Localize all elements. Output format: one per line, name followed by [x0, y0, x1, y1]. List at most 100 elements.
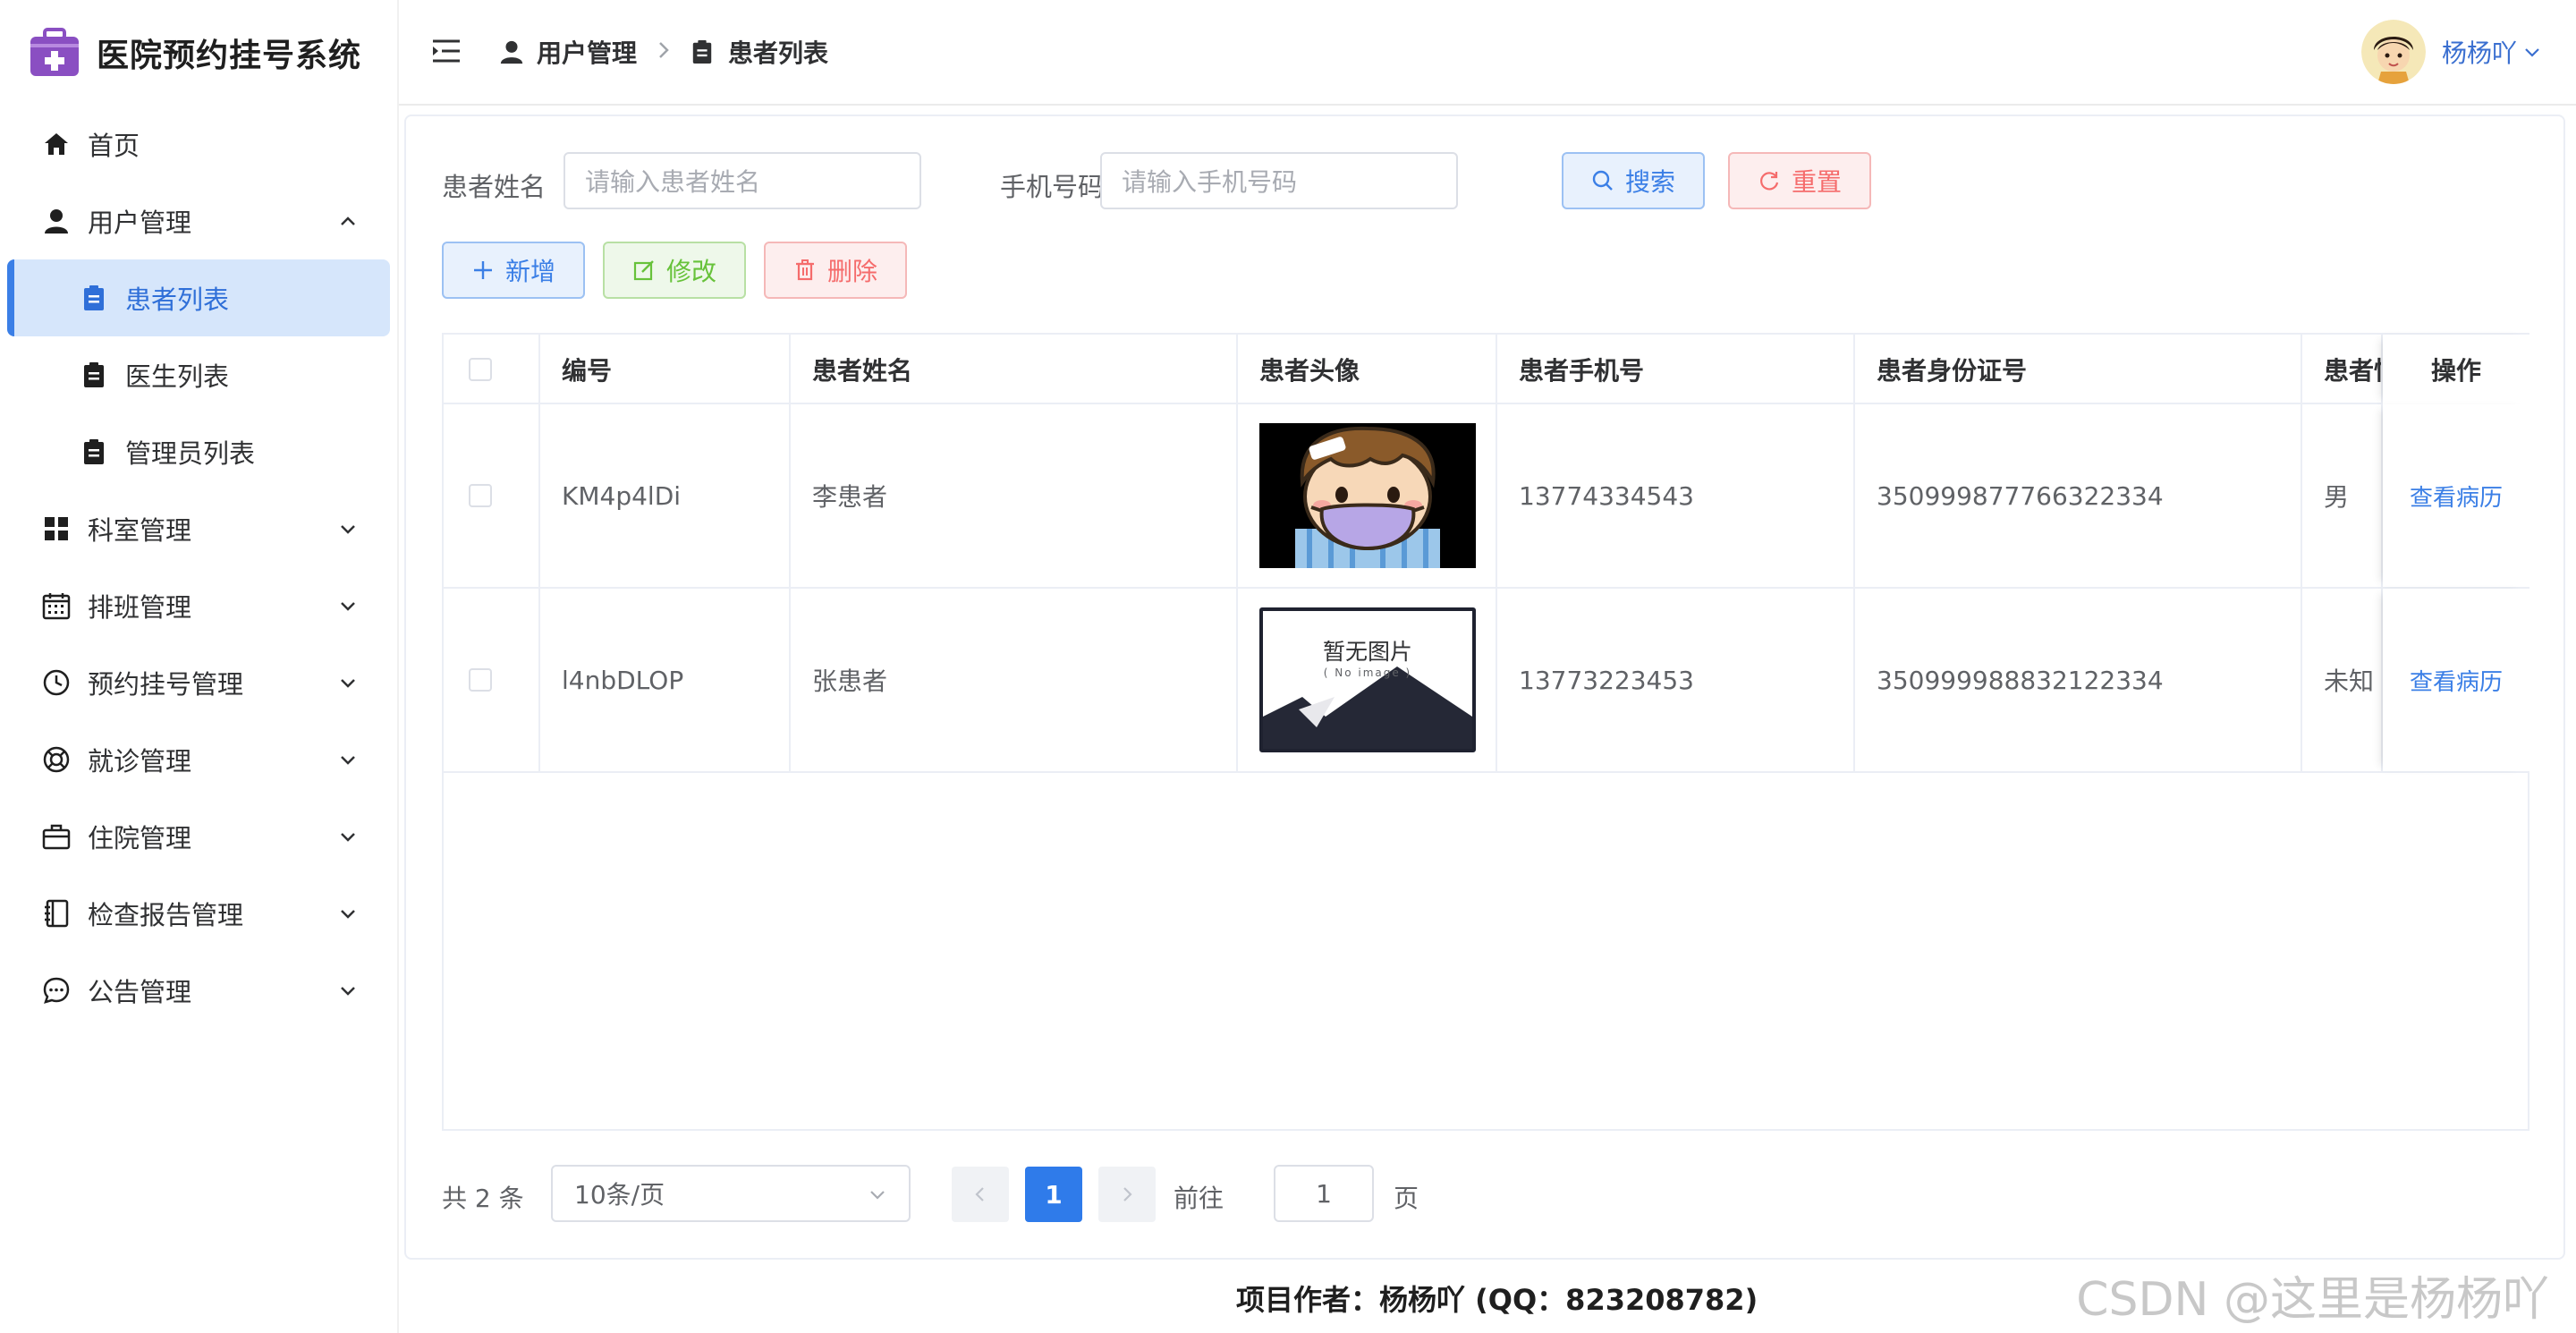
reset-button-label: 重置 — [1791, 167, 1842, 197]
user-icon — [41, 206, 72, 236]
sidebar-item-label: 预约挂号管理 — [88, 669, 244, 700]
user-menu[interactable]: 杨杨吖 — [2360, 16, 2544, 88]
sidebar-item-schedule[interactable]: 排班管理 — [0, 567, 399, 644]
breadcrumb-label: 患者列表 — [728, 38, 829, 68]
top-header: 用户管理 患者列表 杨杨吖 — [399, 0, 2576, 106]
clipboard-icon — [691, 39, 716, 64]
main-card: 患者姓名 请输入患者姓名 手机号码 请输入手机号码 搜索 重置 新增 修改 删除… — [404, 115, 2565, 1260]
search-button-label: 搜索 — [1624, 167, 1675, 197]
row-checkbox[interactable] — [469, 484, 492, 507]
breadcrumb-item-patient-list[interactable]: 患者列表 — [691, 34, 828, 70]
sidebar-item-department[interactable]: 科室管理 — [0, 490, 399, 567]
cell-name: 李患者 — [791, 404, 1238, 587]
row-checkbox-cell — [444, 589, 540, 771]
cell-action: 查看病历 — [2383, 404, 2529, 587]
calendar-icon — [41, 590, 72, 621]
no-image-subtext: ( No image ) — [1323, 666, 1412, 679]
column-header-action: 操作 — [2383, 335, 2529, 404]
refresh-icon — [1758, 169, 1781, 192]
breadcrumb: 用户管理 患者列表 — [499, 34, 828, 70]
sidebar-item-appointment[interactable]: 预约挂号管理 — [0, 644, 399, 721]
column-header-name: 患者姓名 — [791, 335, 1238, 404]
watermark: CSDN @这里是杨杨吖 — [2076, 1273, 2549, 1327]
column-header-gender: 患者性 — [2302, 335, 2383, 404]
column-header-id: 编号 — [540, 335, 791, 404]
table-row: KM4p4lDi 李患者 13774334543 350999877766322… — [444, 404, 2529, 589]
sidebar-item-consultation[interactable]: 就诊管理 — [0, 721, 399, 798]
row-checkbox[interactable] — [469, 668, 492, 692]
home-icon — [41, 129, 72, 159]
table-header: 编号 患者姓名 患者头像 患者手机号 患者身份证号 患者性 操作 — [444, 335, 2529, 404]
cell-idcard: 350999988832122334 — [1855, 589, 2302, 771]
view-record-link[interactable]: 查看病历 — [2410, 664, 2503, 697]
avatar[interactable] — [2360, 20, 2426, 84]
select-all-checkbox[interactable] — [469, 358, 492, 381]
cell-gender: 未知 — [2302, 589, 2383, 771]
sidebar-item-label: 管理员列表 — [125, 438, 256, 469]
add-button-label: 新增 — [504, 257, 555, 286]
clock-icon — [41, 667, 72, 698]
chevron-down-icon — [335, 977, 361, 1004]
page-number-current[interactable]: 1 — [1025, 1167, 1082, 1222]
patient-avatar-image[interactable] — [1259, 423, 1476, 568]
view-record-link[interactable]: 查看病历 — [2410, 480, 2503, 513]
column-header-phone: 患者手机号 — [1497, 335, 1855, 404]
phone-input[interactable]: 请输入手机号码 — [1100, 152, 1458, 209]
clipboard-icon — [79, 437, 109, 467]
sidebar-item-home[interactable]: 首页 — [0, 106, 399, 183]
next-page-button[interactable] — [1098, 1167, 1156, 1222]
add-button[interactable]: 新增 — [442, 242, 585, 299]
chevron-down-icon — [866, 1183, 889, 1206]
sidebar-item-label: 就诊管理 — [88, 746, 192, 777]
sidebar-item-label: 公告管理 — [88, 977, 192, 1007]
cell-action: 查看病历 — [2383, 589, 2529, 771]
sidebar-item-report[interactable]: 检查报告管理 — [0, 875, 399, 952]
breadcrumb-label: 用户管理 — [537, 38, 638, 68]
chevron-down-icon — [2521, 40, 2544, 64]
sidebar-item-notice[interactable]: 公告管理 — [0, 952, 399, 1029]
search-icon — [1591, 169, 1614, 192]
lifebuoy-icon — [41, 744, 72, 775]
sidebar-item-label: 患者列表 — [125, 284, 230, 315]
chevron-left-icon — [975, 1187, 984, 1201]
sidebar-item-doctor-list[interactable]: 医生列表 — [0, 336, 399, 413]
sidebar-item-hospitalization[interactable]: 住院管理 — [0, 798, 399, 875]
no-image-placeholder[interactable]: 暂无图片 ( No image ) — [1259, 607, 1476, 752]
phone-label: 手机号码 — [1000, 172, 1105, 202]
sidebar-item-label: 首页 — [88, 131, 140, 161]
breadcrumb-item-user-management[interactable]: 用户管理 — [499, 34, 637, 70]
goto-page-input[interactable]: 1 — [1274, 1165, 1374, 1222]
hospital-kit-icon — [29, 28, 80, 78]
prev-page-button[interactable] — [952, 1167, 1009, 1222]
trash-icon — [793, 259, 817, 282]
patient-table: 编号 患者姓名 患者头像 患者手机号 患者身份证号 患者性 操作 KM4p4lD… — [442, 333, 2529, 1131]
chat-bubble-icon — [41, 975, 72, 1006]
sidebar-menu: 首页 用户管理 患者列表 医生列表 管理员列表 科室管理 排班管理 预约挂号管理… — [0, 106, 399, 1029]
reset-button[interactable]: 重置 — [1728, 152, 1871, 209]
cell-id: l4nbDLOP — [540, 589, 791, 771]
no-image-text: 暂无图片 — [1322, 639, 1412, 665]
cell-avatar: 暂无图片 ( No image ) — [1238, 589, 1497, 771]
row-checkbox-cell — [444, 404, 540, 587]
sidebar-item-admin-list[interactable]: 管理员列表 — [0, 413, 399, 490]
cell-idcard: 350999877766322334 — [1855, 404, 2302, 587]
sidebar-item-label: 用户管理 — [88, 208, 192, 238]
patient-name-input[interactable]: 请输入患者姓名 — [564, 152, 921, 209]
brand[interactable]: 医院预约挂号系统 — [29, 23, 361, 82]
chevron-right-icon — [1123, 1187, 1132, 1201]
edit-button[interactable]: 修改 — [603, 242, 746, 299]
grid-icon — [41, 514, 72, 544]
sidebar-item-label: 医生列表 — [125, 361, 230, 392]
sidebar-item-patient-list[interactable]: 患者列表 — [7, 259, 390, 336]
page-size-value: 10条/页 — [574, 1180, 665, 1210]
menu-fold-icon[interactable] — [431, 38, 462, 64]
chevron-up-icon — [335, 208, 361, 234]
total-count: 共 2 条 — [442, 1184, 524, 1213]
search-button[interactable]: 搜索 — [1562, 152, 1705, 209]
user-icon — [499, 39, 524, 64]
delete-button[interactable]: 删除 — [764, 242, 907, 299]
page-size-select[interactable]: 10条/页 — [551, 1165, 911, 1222]
sidebar-item-user-management[interactable]: 用户管理 — [0, 183, 399, 259]
cell-gender: 男 — [2302, 404, 2383, 587]
user-name: 杨杨吖 — [2441, 38, 2517, 68]
